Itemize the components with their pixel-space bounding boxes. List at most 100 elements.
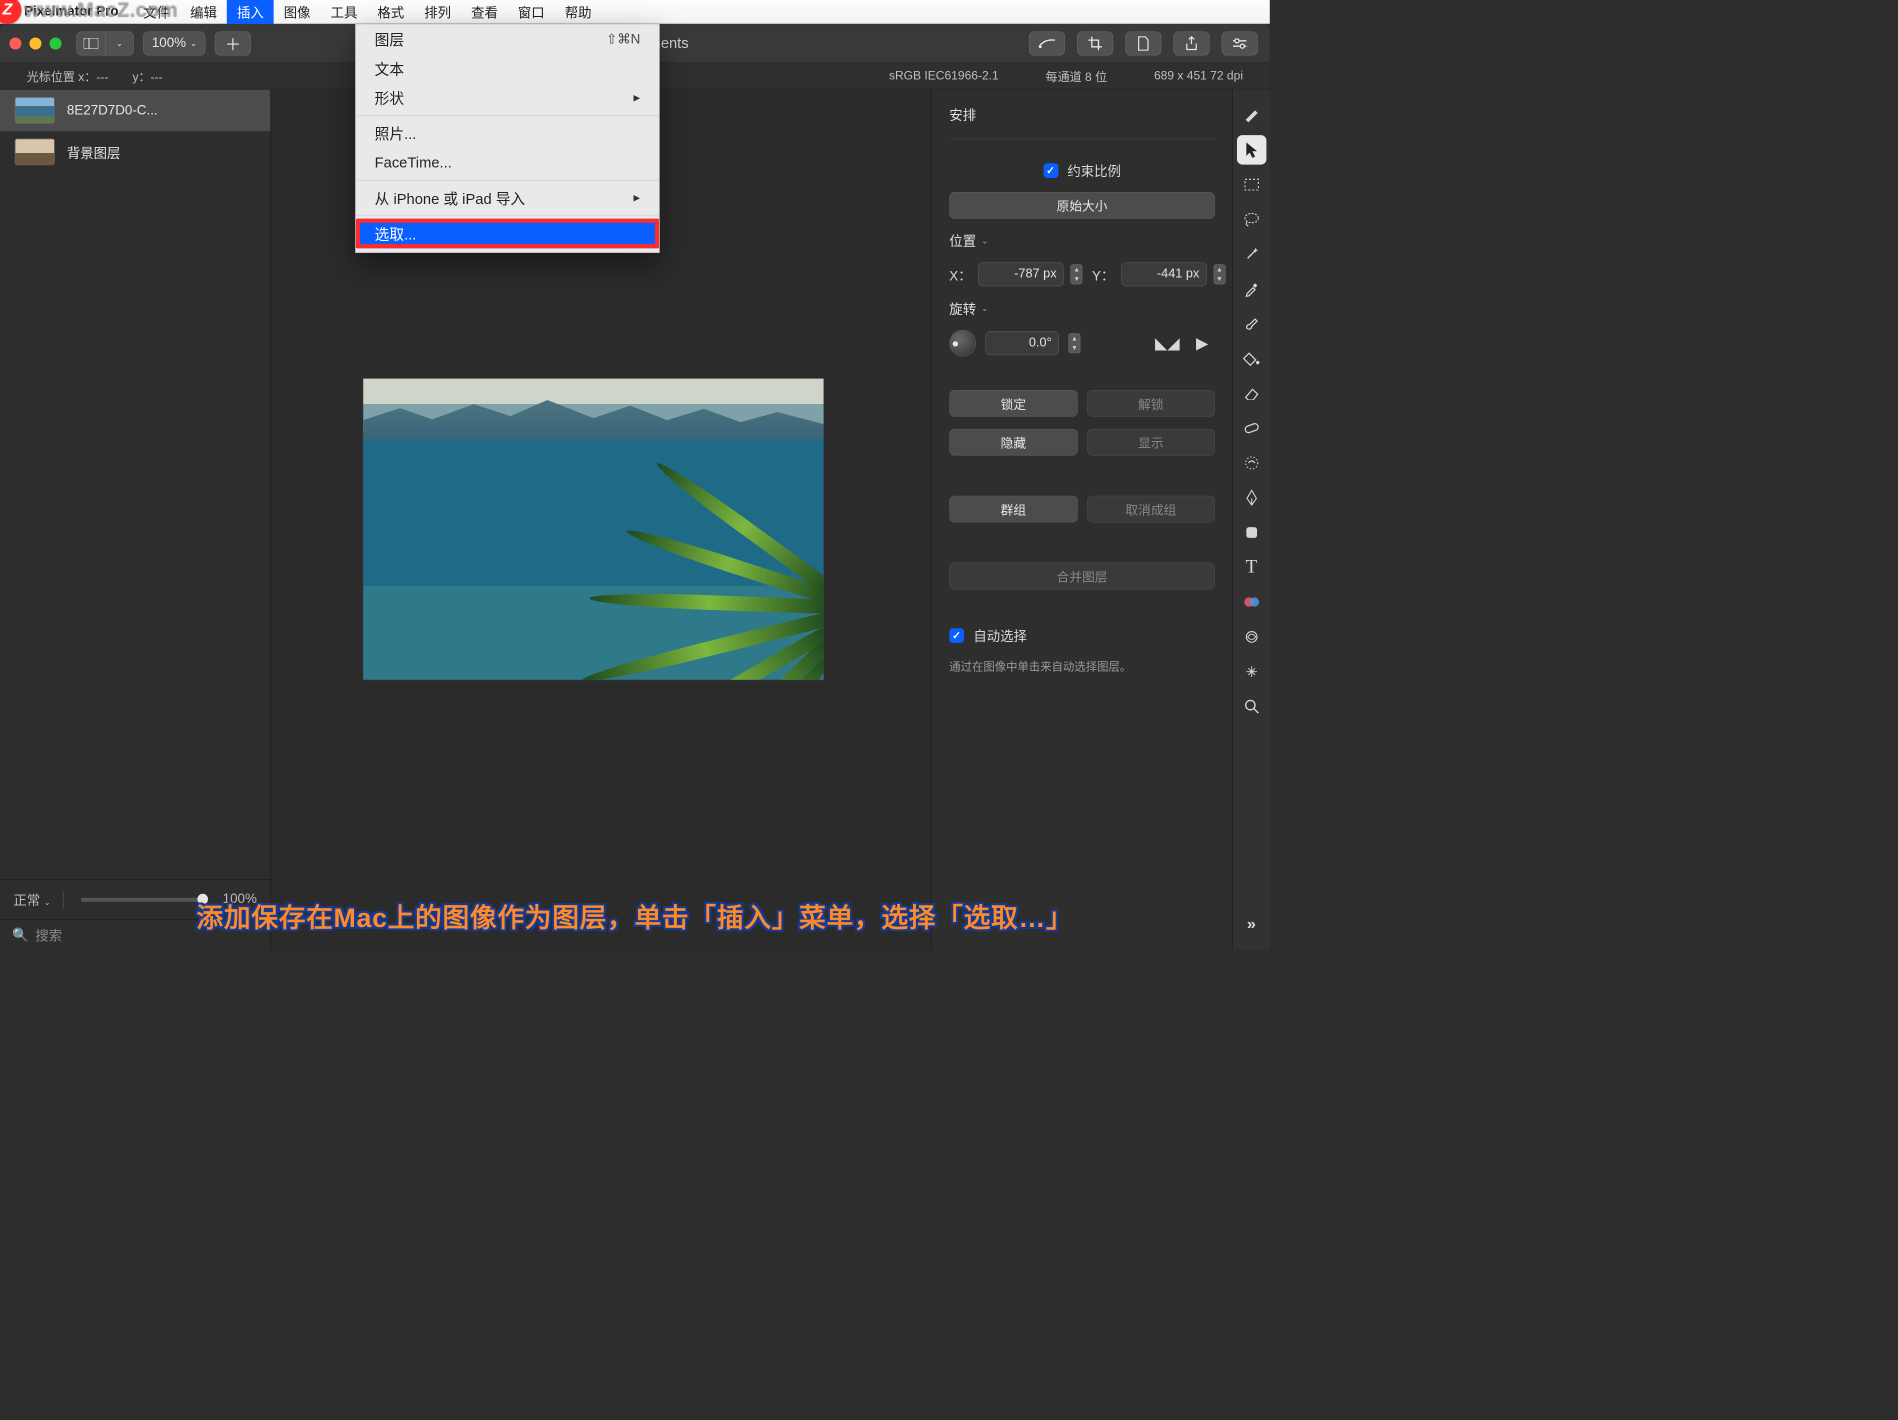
- crop-icon: [1088, 36, 1103, 51]
- styles-tool-icon[interactable]: [1237, 100, 1266, 129]
- add-button[interactable]: ＋: [215, 31, 251, 55]
- sidebar-toggle-button[interactable]: ⌄: [76, 31, 134, 55]
- brush-tool-icon[interactable]: [1237, 309, 1266, 338]
- menu-file[interactable]: 文件: [133, 0, 180, 24]
- ml-enhance-icon: [1038, 37, 1057, 49]
- auto-select-checkbox[interactable]: ✓: [949, 628, 964, 643]
- zoom-value: 100%: [152, 35, 186, 50]
- lasso-tool-icon[interactable]: [1237, 205, 1266, 234]
- y-stepper[interactable]: ▲▼: [1213, 264, 1225, 284]
- inspector-toggle-button[interactable]: [1222, 31, 1258, 55]
- menu-item-text[interactable]: 文本: [356, 54, 659, 83]
- flip-vertical-icon[interactable]: ▶: [1189, 334, 1214, 353]
- type-tool-icon[interactable]: T: [1237, 553, 1266, 582]
- menu-format[interactable]: 格式: [367, 0, 414, 24]
- eyedropper-tool-icon[interactable]: [1237, 274, 1266, 303]
- share-icon: [1185, 36, 1198, 51]
- menu-view[interactable]: 查看: [461, 0, 508, 24]
- heal-tool-icon[interactable]: [1237, 413, 1266, 442]
- position-title: 位置: [949, 231, 976, 250]
- rotate-knob[interactable]: [949, 330, 976, 357]
- sidebar-icon: [84, 38, 99, 49]
- hide-button[interactable]: 隐藏: [949, 429, 1077, 456]
- chevron-down-icon: ⌄: [190, 38, 197, 47]
- fx-tool-icon[interactable]: [1237, 622, 1266, 651]
- x-field[interactable]: -787 px: [978, 262, 1064, 286]
- rotate-title: 旋转: [949, 298, 976, 317]
- crop-button[interactable]: [1077, 31, 1113, 55]
- chevron-down-icon[interactable]: ⌄: [981, 303, 988, 312]
- minimize-icon[interactable]: [29, 37, 41, 49]
- y-field[interactable]: -441 px: [1121, 262, 1207, 286]
- unlock-button[interactable]: 解锁: [1087, 390, 1215, 417]
- warp-tool-icon[interactable]: [1237, 448, 1266, 477]
- menu-separator: [356, 215, 659, 216]
- sparkle-tool-icon[interactable]: [1237, 657, 1266, 686]
- x-label: X：: [949, 265, 971, 284]
- rotate-stepper[interactable]: ▲▼: [1068, 333, 1080, 353]
- menu-item-shape[interactable]: 形状: [356, 83, 659, 112]
- menu-separator: [356, 180, 659, 181]
- menu-edit[interactable]: 编辑: [180, 0, 227, 24]
- arrow-tool-icon[interactable]: [1237, 135, 1266, 164]
- menu-insert[interactable]: 插入: [227, 0, 274, 24]
- menu-arrange[interactable]: 排列: [414, 0, 461, 24]
- layer-item[interactable]: 8E27D7D0-C...: [0, 90, 270, 131]
- flip-horizontal-icon[interactable]: ◣◢: [1155, 334, 1180, 353]
- chevron-down-icon[interactable]: ⌄: [105, 32, 133, 55]
- canvas-image: [363, 379, 823, 680]
- menu-item-layer[interactable]: 图层⇧⌘N: [356, 24, 659, 53]
- menu-item-photos[interactable]: 照片...: [356, 118, 659, 147]
- new-doc-button[interactable]: [1125, 31, 1161, 55]
- pen-tool-icon[interactable]: [1237, 483, 1266, 512]
- menu-image[interactable]: 图像: [274, 0, 321, 24]
- wand-tool-icon[interactable]: [1237, 240, 1266, 269]
- erase-tool-icon[interactable]: [1237, 379, 1266, 408]
- lock-button[interactable]: 锁定: [949, 390, 1077, 417]
- arrange-title: 安排: [949, 104, 1215, 123]
- group-button[interactable]: 群组: [949, 496, 1077, 523]
- color-adjust-button[interactable]: [1029, 31, 1065, 55]
- share-button[interactable]: [1173, 31, 1209, 55]
- x-stepper[interactable]: ▲▼: [1071, 264, 1083, 284]
- bit-depth: 每通道 8 位: [1046, 67, 1108, 84]
- insert-menu-dropdown: 图层⇧⌘N 文本 形状 照片... FaceTime... 从 iPhone 或…: [355, 24, 659, 253]
- toolstrip: T »: [1232, 90, 1269, 950]
- marquee-tool-icon[interactable]: [1237, 170, 1266, 199]
- zoom-tool-icon[interactable]: [1237, 692, 1266, 721]
- menu-item-import-ios[interactable]: 从 iPhone 或 iPad 导入: [356, 183, 659, 212]
- menu-item-choose[interactable]: 选取...: [356, 219, 659, 248]
- close-icon[interactable]: [9, 37, 21, 49]
- tutorial-caption: 添加保存在Mac上的图像作为图层，单击「插入」菜单，选择「选取…」: [0, 896, 1270, 935]
- constrain-checkbox[interactable]: ✓: [1043, 163, 1058, 178]
- original-size-button[interactable]: 原始大小: [949, 192, 1215, 219]
- menu-help[interactable]: 帮助: [555, 0, 602, 24]
- layer-thumb-icon: [15, 97, 55, 124]
- bucket-tool-icon[interactable]: [1237, 344, 1266, 373]
- shape-tool-icon[interactable]: [1237, 518, 1266, 547]
- merge-layers-button[interactable]: 合并图层: [949, 563, 1215, 590]
- y-label: Y：: [1092, 265, 1114, 284]
- color-tool-icon[interactable]: [1237, 587, 1266, 616]
- layer-name: 背景图层: [67, 142, 121, 161]
- menu-window[interactable]: 窗口: [508, 0, 555, 24]
- ungroup-button[interactable]: 取消成组: [1087, 496, 1215, 523]
- menu-tools[interactable]: 工具: [321, 0, 368, 24]
- menu-item-facetime[interactable]: FaceTime...: [356, 148, 659, 177]
- mac-menubar: Pixelmator Pro 文件 编辑 插入 图像 工具 格式 排列 查看 窗…: [0, 0, 1270, 24]
- rotate-field[interactable]: 0.0°: [985, 331, 1059, 355]
- layers-panel: 8E27D7D0-C... 背景图层 正常 ⌄ 100% 🔍 搜索: [0, 90, 271, 950]
- sliders-icon: [1232, 38, 1248, 49]
- window-controls: [9, 37, 61, 49]
- doc-dimensions: 689 x 451 72 dpi: [1154, 69, 1243, 83]
- chevron-down-icon[interactable]: ⌄: [981, 236, 988, 245]
- layer-item[interactable]: 背景图层: [0, 131, 270, 172]
- show-button[interactable]: 显示: [1087, 429, 1215, 456]
- fullscreen-icon[interactable]: [50, 37, 62, 49]
- zoom-dropdown[interactable]: 100% ⌄: [143, 31, 205, 55]
- layer-thumb-icon: [15, 138, 55, 165]
- constrain-label: 约束比例: [1067, 161, 1121, 180]
- inspector-panel: 安排 ✓ 约束比例 原始大小 位置 ⌄ X： -787 px ▲▼ Y： -44…: [931, 90, 1232, 950]
- plus-icon: ＋: [225, 31, 241, 54]
- color-profile: sRGB IEC61966-2.1: [889, 69, 999, 83]
